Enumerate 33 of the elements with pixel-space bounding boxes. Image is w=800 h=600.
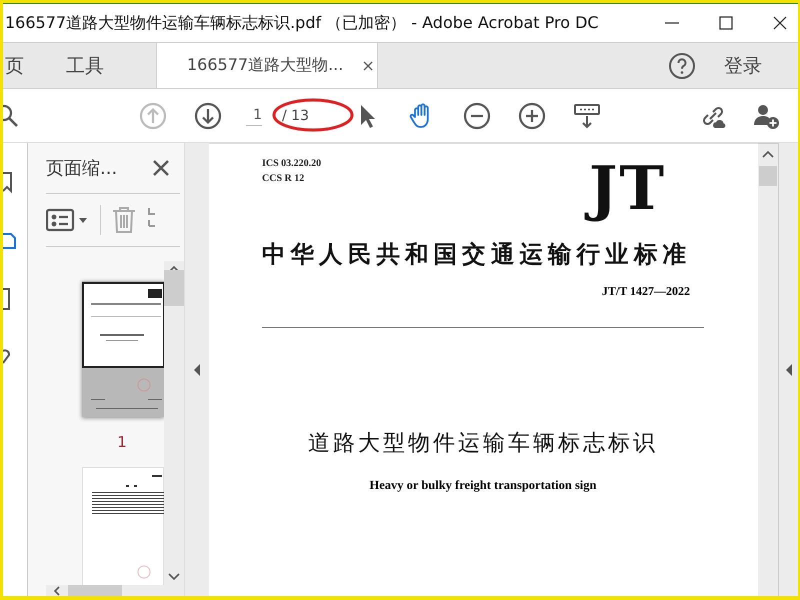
- collapse-left-icon[interactable]: [192, 362, 202, 376]
- standard-number: JT/T 1427—2022: [602, 284, 690, 299]
- collapse-right-icon[interactable]: [784, 362, 794, 376]
- options-menu-icon[interactable]: [46, 208, 90, 232]
- ics-code: ICS 03.220.20: [262, 157, 322, 171]
- scroll-up-icon[interactable]: [762, 150, 774, 158]
- scrollbar[interactable]: [164, 261, 184, 585]
- page-thumbnail[interactable]: [82, 467, 164, 585]
- page-number: 1: [117, 433, 127, 451]
- keyboard-download-icon[interactable]: [573, 102, 601, 130]
- sign-in-button[interactable]: 登录: [718, 43, 768, 88]
- tab[interactable]: 工具: [64, 43, 122, 88]
- help-icon[interactable]: [668, 52, 696, 80]
- page-thumbnail[interactable]: [82, 281, 164, 417]
- scroll-thumb[interactable]: [759, 166, 777, 186]
- scroll-down-icon[interactable]: [168, 573, 180, 581]
- tab[interactable]: 页: [3, 43, 42, 88]
- close-icon[interactable]: [152, 159, 170, 177]
- window-title: 166577道路大型物件运输车辆标志标识.pdf （已加密） - Adobe Acrobat Pro DC: [4, 12, 600, 34]
- scroll-thumb[interactable]: [164, 270, 184, 306]
- scrollbar[interactable]: [46, 585, 184, 596]
- document-subtitle: Heavy or bulky freight transportation sign: [370, 478, 596, 493]
- zoom-out-icon[interactable]: [463, 102, 491, 130]
- ccs-code: CCS R 12: [262, 172, 306, 186]
- page-number-field[interactable]: 1: [246, 105, 262, 126]
- document-title: 道路大型物件运输车辆标志标识: [308, 430, 658, 458]
- scrollbar[interactable]: [758, 143, 778, 596]
- scroll-thumb[interactable]: [68, 585, 122, 596]
- standard-heading: 中华人民共和国交通运输行业标准: [262, 240, 692, 270]
- panel-title: 页面缩...: [46, 157, 118, 180]
- tab[interactable]: 166577道路大型物... ×: [156, 43, 378, 88]
- zoom-in-icon[interactable]: [518, 102, 546, 130]
- page-count: / 13: [282, 108, 309, 124]
